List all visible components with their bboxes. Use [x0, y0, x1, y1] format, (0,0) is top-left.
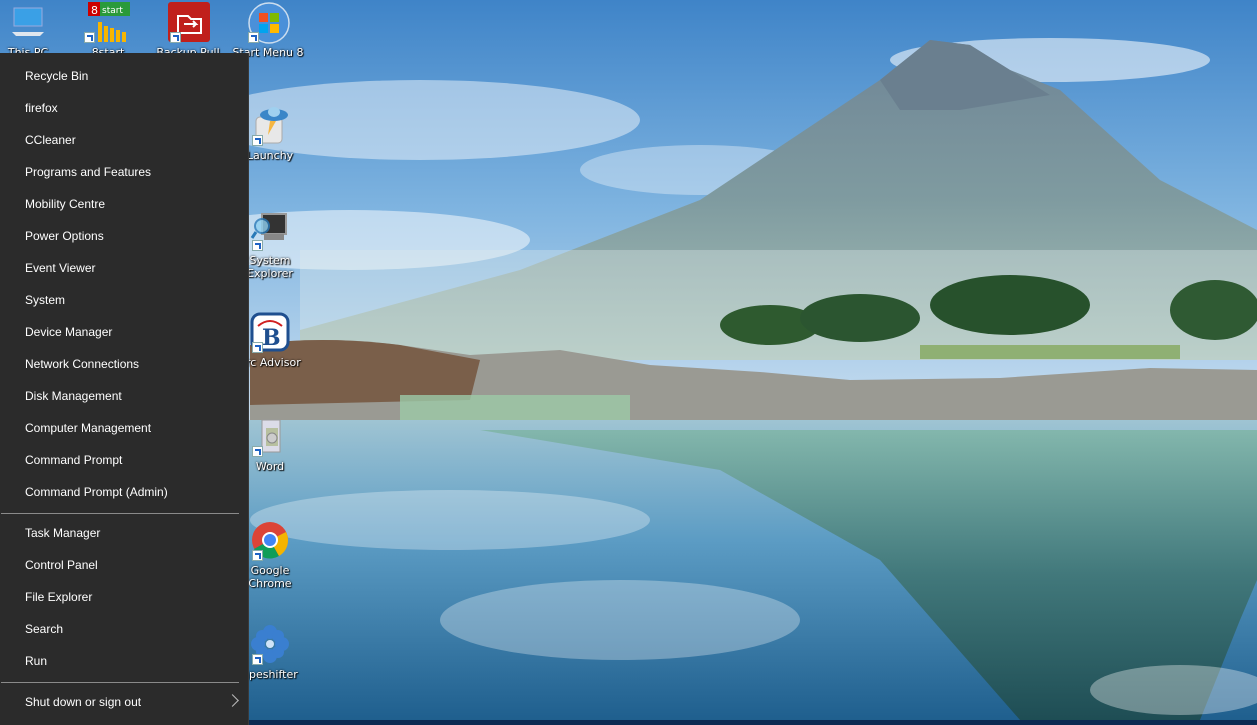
menu-item-recycle-bin[interactable]: Recycle Bin	[0, 61, 247, 91]
menu-item-programs-features[interactable]: Programs and Features	[0, 157, 247, 187]
shortcut-arrow-icon	[252, 342, 263, 353]
winx-power-user-menu: Recycle Bin firefox CCleaner Programs an…	[0, 53, 249, 725]
menu-item-mobility-centre[interactable]: Mobility Centre	[0, 189, 247, 219]
shortcut-arrow-icon	[84, 32, 95, 43]
svg-text:B: B	[262, 325, 281, 351]
menu-item-firefox[interactable]: firefox	[0, 93, 247, 123]
menu-item-device-manager[interactable]: Device Manager	[0, 317, 247, 347]
shortcut-arrow-icon	[248, 32, 259, 43]
shortcut-arrow-icon	[170, 32, 181, 43]
menu-item-file-explorer[interactable]: File Explorer	[0, 582, 247, 612]
computer-icon	[8, 2, 48, 42]
menu-item-command-prompt[interactable]: Command Prompt	[0, 445, 247, 475]
menu-separator	[1, 682, 239, 683]
menu-item-power-options[interactable]: Power Options	[0, 221, 247, 251]
menu-item-event-viewer[interactable]: Event Viewer	[0, 253, 247, 283]
svg-text:8: 8	[91, 4, 98, 17]
shortcut-arrow-icon	[252, 654, 263, 665]
chevron-right-icon	[226, 694, 239, 707]
svg-text:start: start	[102, 6, 123, 16]
shortcut-arrow-icon	[252, 446, 263, 457]
menu-separator	[1, 513, 239, 514]
menu-item-control-panel[interactable]: Control Panel	[0, 550, 247, 580]
shortcut-arrow-icon	[252, 135, 263, 146]
menu-item-label: Shut down or sign out	[25, 695, 142, 709]
menu-item-computer-management[interactable]: Computer Management	[0, 413, 247, 443]
menu-item-disk-management[interactable]: Disk Management	[0, 381, 247, 411]
menu-item-command-prompt-admin[interactable]: Command Prompt (Admin)	[0, 477, 247, 507]
menu-item-system[interactable]: System	[0, 285, 247, 315]
shortcut-arrow-icon	[252, 550, 263, 561]
menu-item-search[interactable]: Search	[0, 614, 247, 644]
menu-item-ccleaner[interactable]: CCleaner	[0, 125, 247, 155]
menu-item-run[interactable]: Run	[0, 646, 247, 676]
menu-item-shut-down-or-sign-out[interactable]: Shut down or sign out	[0, 687, 247, 717]
menu-item-network-connections[interactable]: Network Connections	[0, 349, 247, 379]
menu-item-task-manager[interactable]: Task Manager	[0, 518, 247, 548]
shortcut-arrow-icon	[252, 240, 263, 251]
